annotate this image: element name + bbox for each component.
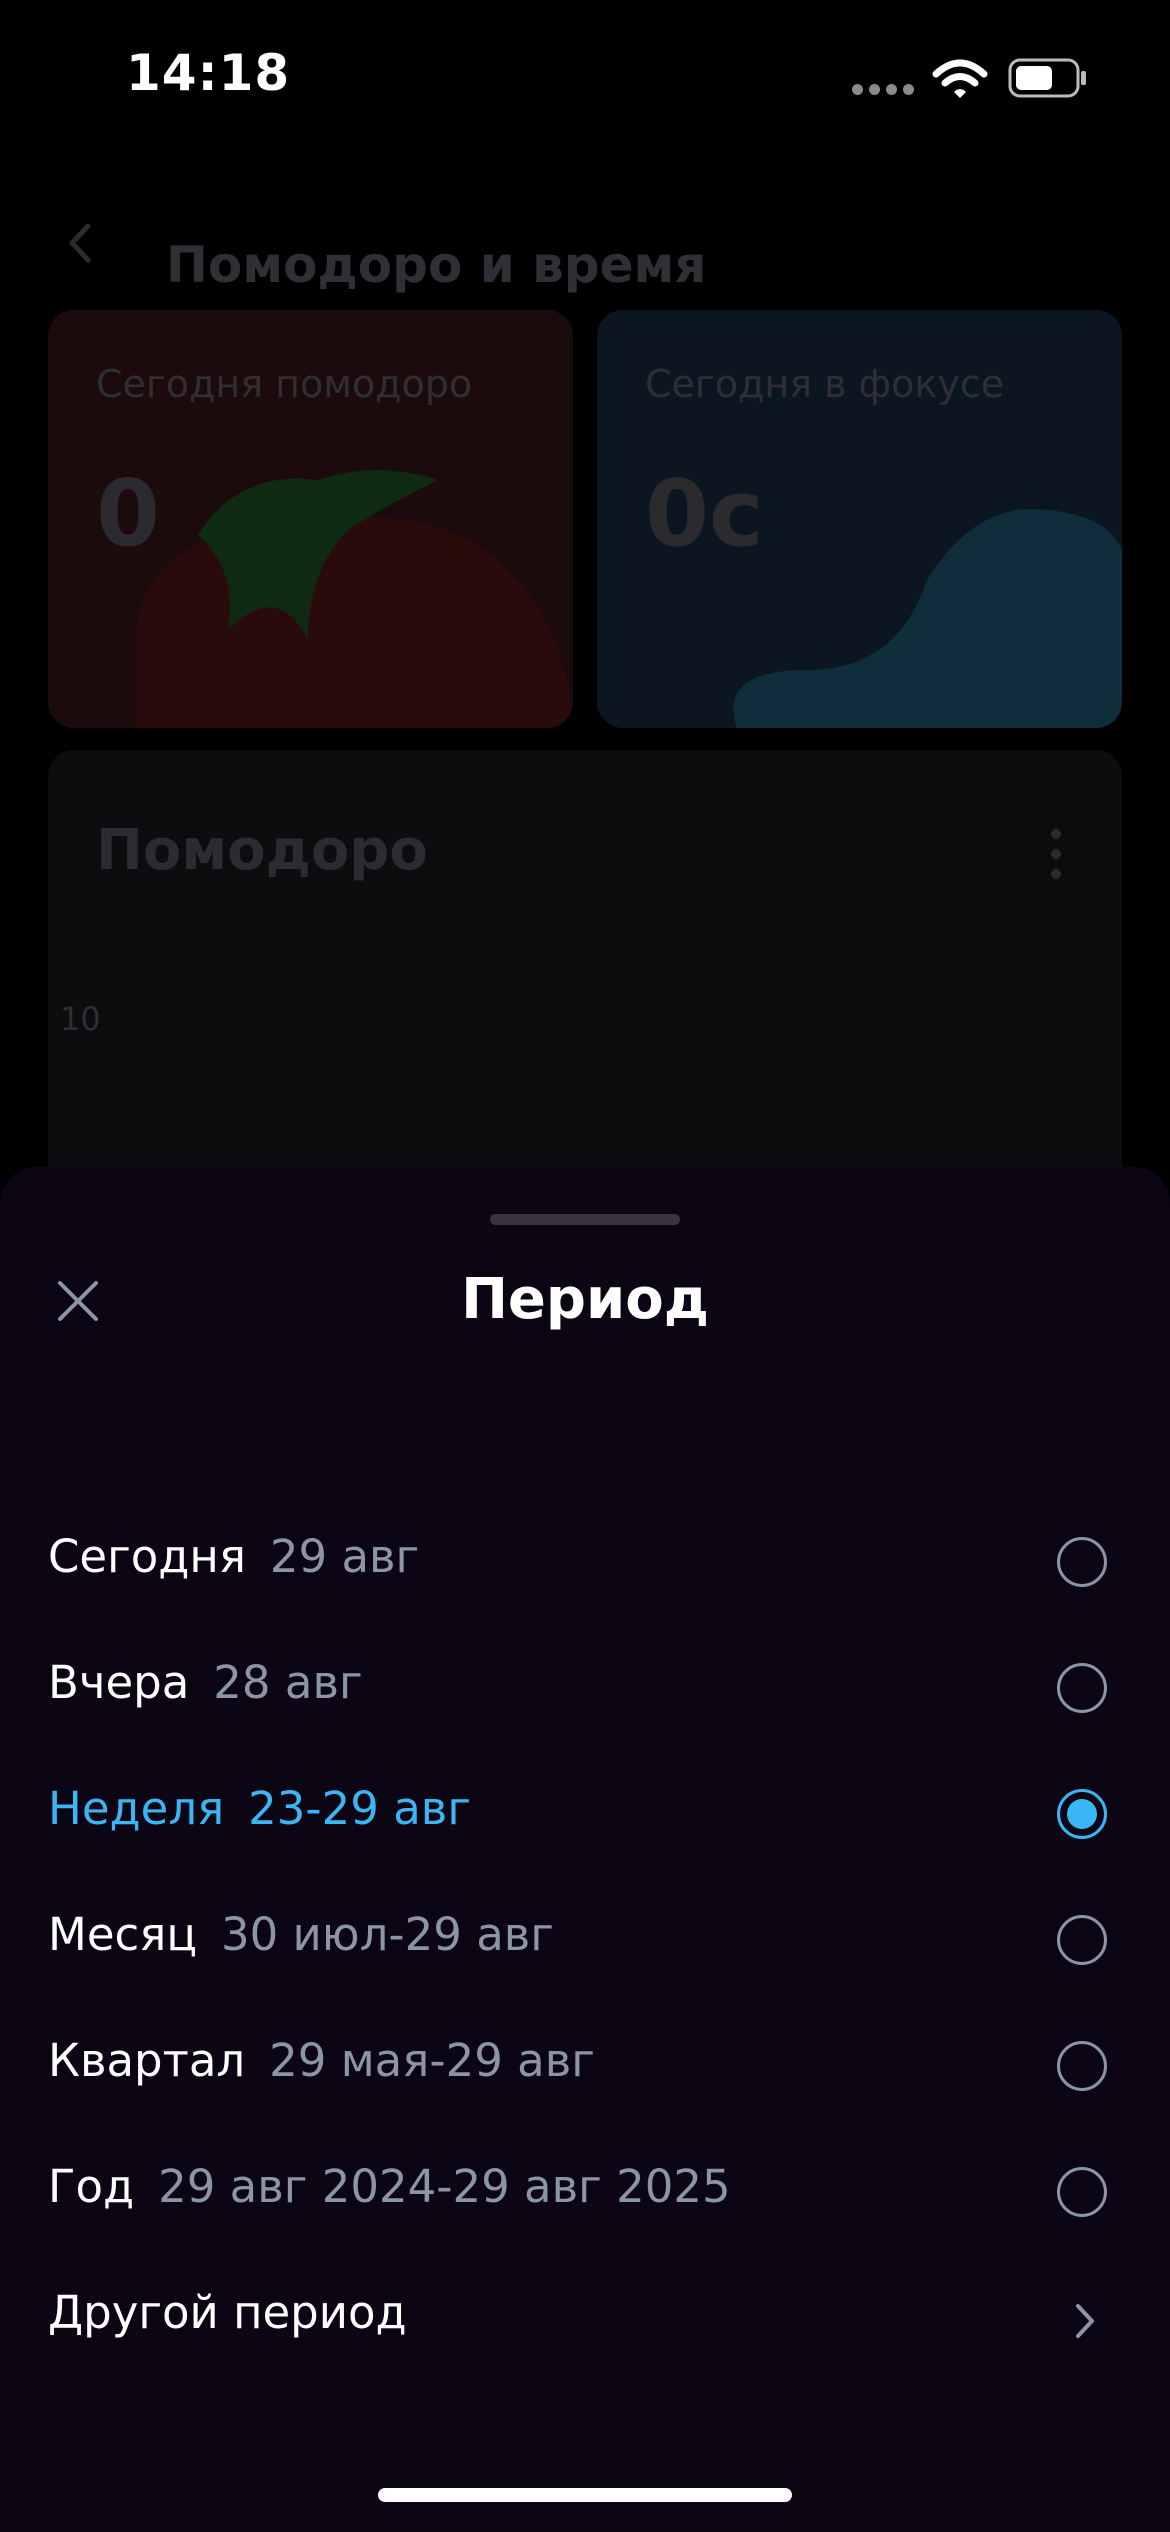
close-button[interactable]	[44, 1267, 112, 1335]
today-focus-card: Сегодня в фокусе 0с	[597, 310, 1122, 728]
option-name: Сегодня	[48, 1530, 246, 1583]
period-option-today[interactable]: Сегодня 29 авг	[0, 1502, 1170, 1628]
option-label: Год 29 авг 2024-29 авг 2025	[48, 2160, 731, 2213]
chart-title: Помодоро	[96, 818, 428, 883]
home-indicator	[378, 2488, 792, 2502]
signal-dots-icon	[852, 84, 914, 98]
option-range: 23-29 авг	[248, 1782, 471, 1835]
option-label: Квартал 29 мая-29 авг	[48, 2034, 595, 2087]
radio-button[interactable]	[1057, 1915, 1107, 1965]
option-name: Вчера	[48, 1656, 190, 1709]
radio-button[interactable]	[1057, 1537, 1107, 1587]
sheet-drag-handle[interactable]	[490, 1214, 680, 1225]
period-option-year[interactable]: Год 29 авг 2024-29 авг 2025	[0, 2132, 1170, 2258]
status-bar: 14:18	[0, 0, 1170, 150]
option-label: Сегодня 29 авг	[48, 1530, 419, 1583]
card-label: Сегодня в фокусе	[645, 362, 1005, 406]
today-pomodoro-card: Сегодня помодоро 0	[48, 310, 573, 728]
chevron-right-icon	[1076, 2304, 1094, 2338]
page-title: Помодоро и время	[166, 236, 707, 294]
option-range: 30 июл-29 авг	[220, 1908, 554, 1961]
period-sheet: Период Сегодня 29 авг Вчера 28 авг Неделя 2…	[0, 1167, 1170, 2532]
option-range: 28 авг	[213, 1656, 363, 1709]
radio-button[interactable]	[1057, 1663, 1107, 1713]
option-range: 29 мая-29 авг	[269, 2034, 595, 2087]
close-icon	[58, 1281, 98, 1321]
option-name: Неделя	[48, 1782, 225, 1835]
back-icon	[69, 223, 91, 263]
option-range: 29 авг	[269, 1530, 420, 1583]
radio-button[interactable]	[1057, 2167, 1107, 2217]
chart-axis-tick: 10	[60, 1000, 101, 1038]
period-option-yesterday[interactable]: Вчера 28 авг	[0, 1628, 1170, 1754]
page-header: Помодоро и время	[0, 190, 1170, 294]
option-name: Месяц	[48, 1908, 197, 1961]
card-value: 0	[96, 460, 161, 567]
period-option-week[interactable]: Неделя 23-29 авг	[0, 1754, 1170, 1880]
status-time: 14:18	[126, 44, 291, 102]
period-option-custom[interactable]: Другой период	[0, 2258, 1170, 2384]
more-vertical-icon	[1051, 829, 1061, 879]
period-option-month[interactable]: Месяц 30 июл-29 авг	[0, 1880, 1170, 2006]
option-range: 29 авг 2024-29 авг 2025	[158, 2160, 731, 2213]
period-option-quarter[interactable]: Квартал 29 мая-29 авг	[0, 2006, 1170, 2132]
option-label: Другой период	[48, 2286, 407, 2339]
wifi-icon	[932, 59, 988, 98]
option-label: Вчера 28 авг	[48, 1656, 363, 1709]
card-value: 0с	[645, 460, 764, 567]
option-name: Другой период	[48, 2286, 407, 2339]
radio-button[interactable]	[1057, 2041, 1107, 2091]
card-label: Сегодня помодоро	[96, 362, 473, 406]
option-name: Год	[48, 2160, 135, 2213]
option-label: Неделя 23-29 авг	[48, 1782, 471, 1835]
option-label: Месяц 30 июл-29 авг	[48, 1908, 554, 1961]
option-name: Квартал	[48, 2034, 246, 2087]
background-page: Помодоро и время Сегодня помодоро 0 Сего…	[0, 150, 1170, 1250]
radio-button-selected[interactable]	[1057, 1789, 1107, 1839]
battery-icon	[1008, 58, 1086, 98]
sheet-title: Период	[461, 1267, 709, 1332]
